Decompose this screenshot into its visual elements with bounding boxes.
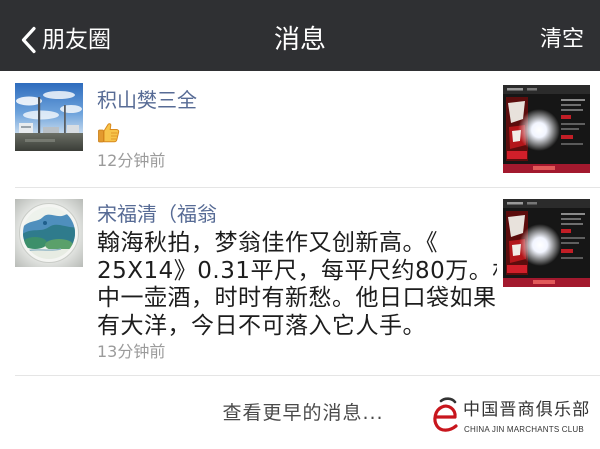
navigation-bar: 朋友圈 消息 清空 <box>0 0 600 71</box>
watermark-name: 中国晋商俱乐部 <box>463 400 591 420</box>
comment-text: 翰海秋拍，梦翁佳作又创新高。《 25X14》0.31平尺，每平尺约80万。林 中… <box>97 230 497 340</box>
watermark: 中国晋商俱乐部 CHINA JIN MARCHANTS CLUB <box>428 394 594 440</box>
comment-line: 翰海秋拍，梦翁佳作又创新高。《 <box>97 230 438 256</box>
message-item[interactable]: 宋福清（福翁 翰海秋拍，梦翁佳作又创新高。《 25X14》0.31平尺，每平尺约… <box>0 188 600 375</box>
sender-name[interactable]: 宋福清（福翁 <box>97 202 217 226</box>
message-item[interactable]: 积山樊三全 12分钟前 <box>0 72 600 187</box>
avatar[interactable] <box>15 199 83 267</box>
moment-thumbnail[interactable] <box>503 199 590 287</box>
back-button[interactable]: 朋友圈 <box>18 22 118 58</box>
timestamp: 12分钟前 <box>97 151 166 170</box>
comment-line: 中一壶酒，时时有新愁。他日口袋如果 <box>97 285 497 311</box>
club-logo-icon <box>433 397 458 432</box>
avatar[interactable] <box>15 83 83 151</box>
chevron-left-icon <box>21 26 36 54</box>
watermark-subtitle: CHINA JIN MARCHANTS CLUB <box>464 425 584 434</box>
page-title: 消息 <box>273 25 326 55</box>
thumbs-up-icon <box>98 123 120 143</box>
back-button-label: 朋友圈 <box>42 27 111 53</box>
moment-thumbnail[interactable] <box>503 85 590 173</box>
divider <box>15 375 600 376</box>
timestamp: 13分钟前 <box>97 342 166 361</box>
sender-name[interactable]: 积山樊三全 <box>97 88 197 112</box>
comment-line: 25X14》0.31平尺，每平尺约80万。林 <box>97 257 497 284</box>
clear-button[interactable]: 清空 <box>540 22 584 58</box>
comment-line: 有大洋，今日不可落入它人手。 <box>97 312 426 339</box>
